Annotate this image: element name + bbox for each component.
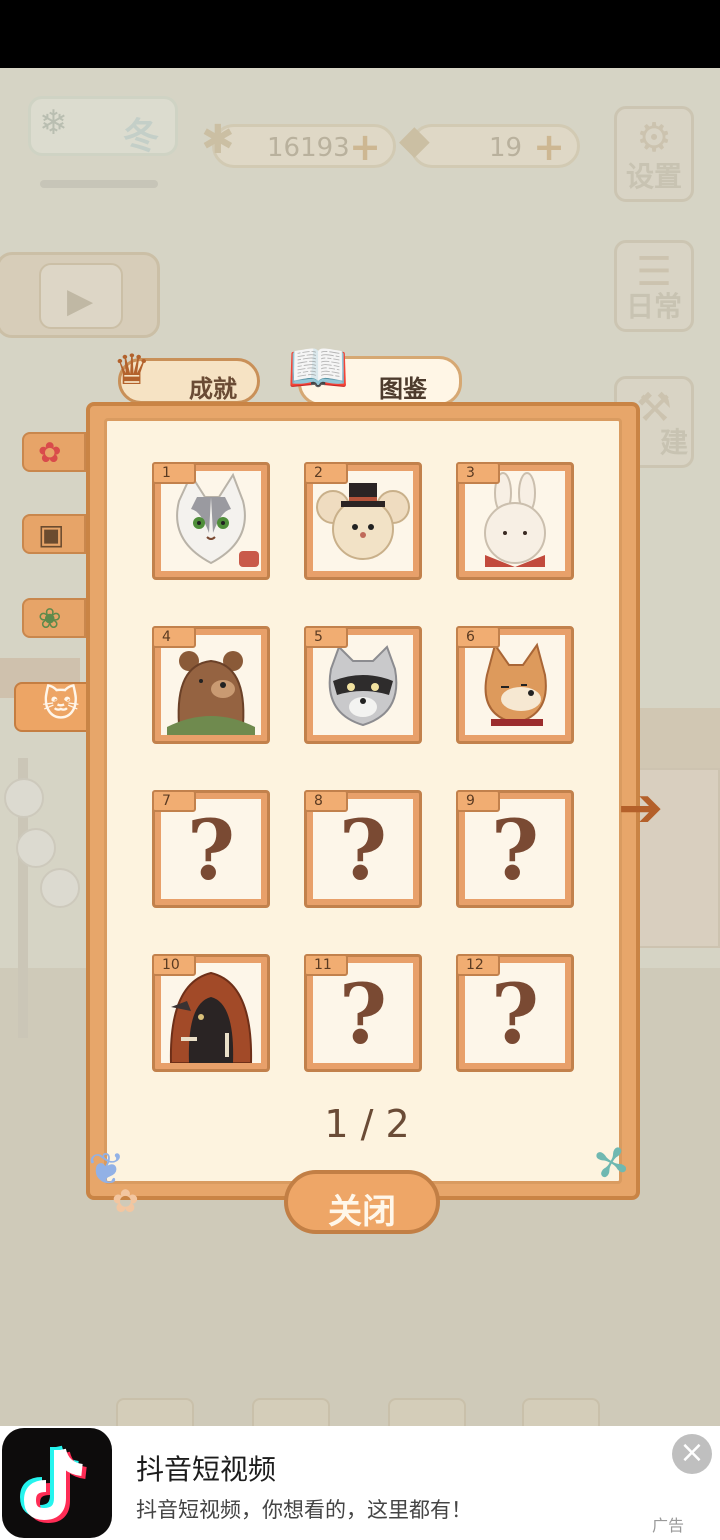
catalog-card[interactable]: 3 (456, 462, 574, 580)
book-icon: 📖 (287, 339, 350, 397)
cheese-icon: ◆ (399, 117, 430, 163)
catalog-card[interactable]: 5 (304, 626, 422, 744)
tab-catalog[interactable]: 📖 图鉴 (287, 339, 462, 406)
category-tab-bouquets[interactable]: ❀ (22, 598, 86, 638)
catalog-card[interactable]: ? 8 (304, 790, 422, 908)
add-cheese-button[interactable]: + (533, 125, 565, 169)
mouse-portrait (316, 483, 410, 560)
ad-description: 抖音短视频，你想看的，这里都有！ (136, 1498, 472, 1522)
unknown-mark: ? (338, 967, 388, 1063)
tab-achievements[interactable]: ♛ 成就 (113, 345, 260, 404)
ad-banner[interactable]: 抖音短视频 抖音短视频，你想看的，这里都有！ × 广告 (0, 1426, 720, 1540)
card-number: 8 (304, 790, 348, 812)
catalog-panel: 1 2 3 4 5 6 ? 7 ? 8 ? 9 10 ? 11 ? 12 1 /… (86, 402, 640, 1200)
flower-icon: ✿ (112, 1182, 139, 1220)
crow-portrait (169, 971, 253, 1063)
unknown-mark: ? (186, 803, 236, 899)
card-number: 3 (456, 462, 500, 484)
backpack-video-button[interactable]: ▶ (0, 252, 160, 338)
daily-button[interactable]: ☰ 日常 (614, 240, 694, 332)
card-number: 11 (304, 954, 348, 976)
ad-tag: 广告 (652, 1516, 685, 1535)
cat-portrait (176, 472, 259, 567)
cheese-count: 19 (489, 133, 523, 163)
catalog-card[interactable]: 2 (304, 462, 422, 580)
tiktok-logo-icon (2, 1428, 112, 1538)
bear-portrait (167, 651, 255, 735)
close-ad-button[interactable]: × (672, 1434, 712, 1474)
season-indicator[interactable]: ❄ 冬 (28, 96, 178, 157)
catalog-card[interactable]: 1 (152, 462, 270, 580)
card-number: 9 (456, 790, 500, 812)
catalog-card[interactable]: 10 (152, 954, 270, 1072)
unknown-mark: ? (490, 803, 540, 899)
fishbone-icon: ✱ (201, 117, 235, 163)
card-number: 12 (456, 954, 500, 976)
photo-icon: ▣ (38, 518, 65, 551)
bottom-menu (110, 1398, 630, 1426)
season-label: 冬 (123, 115, 160, 157)
catalog-card[interactable]: ? 12 (456, 954, 574, 1072)
raccoon-portrait (328, 645, 398, 727)
card-number: 6 (456, 626, 500, 648)
card-number: 5 (304, 626, 348, 648)
catalog-card[interactable]: 4 (152, 626, 270, 744)
catalog-card[interactable]: ? 9 (456, 790, 574, 908)
category-tab-photos[interactable]: ▣ (22, 514, 86, 554)
cat-silhouette-icon: 🐱 (42, 684, 80, 725)
status-bar (0, 0, 720, 68)
catalog-card[interactable]: ? 11 (304, 954, 422, 1072)
card-number: 7 (152, 790, 196, 812)
shiba-portrait (484, 642, 547, 726)
catalog-card[interactable]: 6 (456, 626, 574, 744)
ad-title: 抖音短视频 (136, 1453, 277, 1486)
add-fish-button[interactable]: + (349, 125, 381, 169)
fish-counter[interactable]: ✱ 16193 + (201, 117, 396, 169)
season-progress (40, 180, 158, 188)
card-number: 2 (304, 462, 348, 484)
cheese-counter[interactable]: ◆ 19 + (399, 117, 580, 169)
rose-icon: ✿ (38, 436, 62, 469)
trophy-icon: ♛ (113, 345, 151, 394)
card-number: 4 (152, 626, 196, 648)
card-number: 1 (152, 462, 196, 484)
settings-button[interactable]: ⚙ 设置 (614, 106, 694, 202)
category-tab-flowers[interactable]: ✿ (22, 432, 86, 472)
next-page-arrow-icon[interactable]: ➔ (618, 776, 663, 839)
snow-tree-icon: ❄ (39, 103, 68, 143)
page-indicator: 1 / 2 (324, 1102, 410, 1146)
play-icon: ▶ (67, 281, 94, 321)
rabbit-portrait (484, 472, 546, 567)
unknown-mark: ? (338, 803, 388, 899)
card-number: 10 (152, 954, 196, 976)
close-button[interactable]: 关闭 (284, 1170, 440, 1234)
fish-count: 16193 (267, 133, 350, 163)
bouquet-icon: ❀ (38, 602, 62, 635)
backpack-icon: ▶ (39, 263, 123, 329)
catalog-card[interactable]: ? 7 (152, 790, 270, 908)
unknown-mark: ? (490, 967, 540, 1063)
